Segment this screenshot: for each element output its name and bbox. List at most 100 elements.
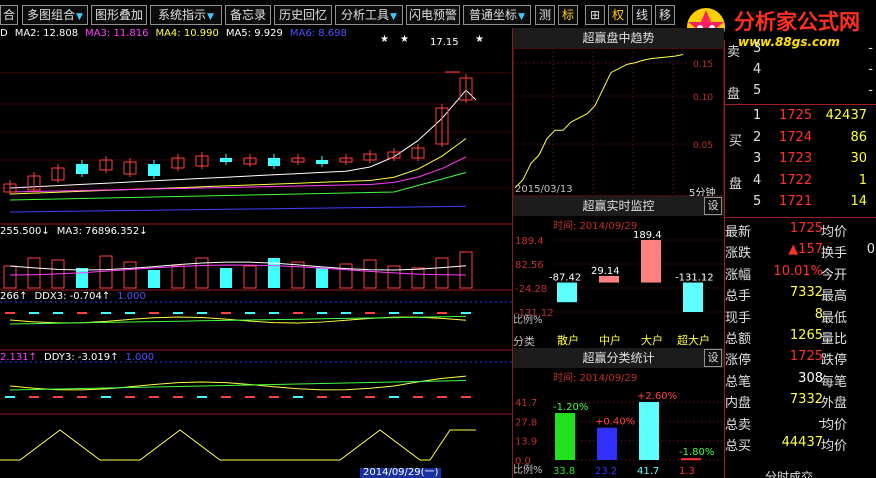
classify-y-tick: 27.8	[515, 417, 537, 428]
classify-y-tick: 41.7	[515, 398, 537, 409]
buy-price: 1725	[779, 108, 813, 123]
toolbar-button-7[interactable]: 闪电预警	[406, 5, 460, 25]
quote-panel: 卖 3-4- 盘 5-1 1725 42437 2 1724 86 买 3 1723 30 4 1722 1 盘…	[724, 40, 876, 478]
legend-item: 1.000	[117, 291, 146, 302]
toolbar-button-4[interactable]: 备忘录	[225, 5, 271, 25]
toolbar-button-12[interactable]: 权	[608, 5, 628, 25]
toolbar-button-2[interactable]: 图形叠加	[91, 5, 147, 25]
legend-item: MA3: 76896.352↓	[56, 226, 148, 237]
volume-bar	[291, 261, 305, 289]
legend-item: 1.000	[125, 352, 155, 363]
dropdown-arrow-icon: ▼	[390, 12, 397, 22]
toolbar-button-1[interactable]: 多图组合▼	[22, 5, 88, 25]
trend-y-tick: 0.10	[693, 93, 713, 103]
dropdown-arrow-icon: ▼	[76, 12, 83, 22]
monitor-y-tick: 189.4	[515, 236, 544, 247]
ddx-bar	[101, 312, 111, 314]
stat-row-8: 内盘 7332 外盘	[725, 391, 876, 412]
toolbar-button-8[interactable]: 普通坐标▼	[463, 5, 531, 25]
buy-level: 4	[753, 172, 762, 188]
sell-level: 3	[753, 41, 762, 56]
classify-change-label: +0.40%	[595, 417, 635, 428]
ddy-bar	[149, 396, 159, 398]
volume-legend: 255.500↓ MA3: 76896.352↓	[0, 226, 512, 240]
monitor-ratio-label: 比例%	[513, 315, 543, 326]
stat-label-right: 外盘	[821, 396, 848, 412]
toolbar-button-9[interactable]: 测	[535, 5, 555, 25]
trend-settings-button[interactable]: 设	[704, 197, 722, 215]
toolbar-button-label: 合	[2, 8, 15, 22]
stat-value: 1725	[789, 349, 823, 365]
toolbar-button-5[interactable]: 历史回忆	[274, 5, 332, 25]
ddy-bar	[77, 396, 87, 398]
toolbar-button-label: 系统指示	[158, 8, 207, 22]
ddx-line2	[9, 315, 467, 325]
stat-label-right: 均价	[821, 439, 848, 454]
logo-title: 分析家公式网	[734, 9, 860, 34]
price-tag: 17.15	[430, 37, 459, 48]
ddy-bar	[317, 396, 327, 398]
classify-value-label: 33.8	[553, 466, 575, 477]
monitor-y-tick: -24.28	[515, 284, 547, 295]
ddx-bar	[293, 312, 303, 314]
kline-chart-area[interactable]: ★ ★ ★ D MA2: 12.808 MA3: 11.816 MA4: 10.990 MA…	[0, 28, 512, 478]
stat-row-7: 总笔 308 每笔	[725, 370, 876, 391]
toolbar-button-13[interactable]: 线	[632, 5, 652, 25]
monitor-panel-title: 超赢实时监控	[513, 196, 724, 216]
trades-tab[interactable]: 分时成交	[765, 471, 865, 478]
toolbar-button-label: 普通坐标	[469, 8, 518, 22]
classify-ratio-label: 比例%	[513, 465, 543, 476]
ddx-bar	[461, 312, 471, 314]
stat-label: 总笔	[725, 374, 752, 390]
ddy-bar	[197, 396, 207, 398]
toolbar-button-label: 备忘录	[229, 8, 266, 22]
volume-bar	[387, 265, 401, 289]
ddx-bar	[341, 312, 351, 314]
toolbar-button-10[interactable]: 标	[558, 5, 578, 25]
stat-label: 最新	[725, 225, 752, 240]
stat-label-right: 最高	[821, 289, 848, 305]
stat-label-right: 均价	[821, 417, 848, 433]
ddy-bar	[53, 396, 63, 398]
legend-item: 2.131↑	[0, 352, 38, 363]
stat-label: 总额	[725, 332, 752, 347]
signal-line	[0, 429, 476, 461]
stat-row-2: 涨幅 10.01% 今开	[725, 263, 876, 284]
stat-label-right: 最低	[821, 310, 848, 326]
volume-bar	[123, 261, 137, 289]
buy-volume: 42437	[825, 108, 867, 123]
classify-bar	[639, 402, 659, 460]
classify-settings-button[interactable]: 设	[704, 349, 722, 367]
stat-label-right: 均价	[821, 225, 848, 240]
toolbar-button-label: 闪电预警	[408, 8, 457, 22]
stat-label-right: 跌停	[821, 353, 848, 369]
stats-divider	[725, 217, 876, 218]
buy-volume: 30	[850, 151, 867, 166]
stat-label: 总买	[725, 439, 752, 454]
ddy-legend: 2.131↑ DDY3: -3.019↑ 1.000	[0, 352, 512, 366]
ma4-line	[9, 156, 467, 193]
stat-label: 总卖	[725, 417, 752, 433]
toolbar-button-3[interactable]: 系统指示▼	[150, 5, 222, 25]
ddx-bar	[317, 312, 327, 314]
toolbar-button-11[interactable]: ⊞	[585, 5, 605, 25]
classify-change-label: -1.20%	[553, 402, 588, 413]
toolbar-button-0[interactable]: 合	[0, 5, 18, 25]
candle-body	[220, 158, 232, 162]
toolbar-button-14[interactable]: 移	[655, 5, 675, 25]
trend-frame	[513, 48, 724, 196]
volume-bar	[27, 257, 41, 289]
buy-row-4: 5 1721 14	[725, 193, 876, 214]
toolbar-button-label: ⊞	[589, 8, 601, 22]
book-divider	[725, 104, 876, 105]
monitor-bar-label: 189.4	[633, 230, 662, 241]
stat-value: 44437	[781, 435, 823, 450]
buy-row-2: 3 1723 30	[725, 150, 876, 171]
volume-bar	[220, 268, 232, 288]
legend-item: MA2: 12.808	[14, 28, 79, 39]
date-cursor-label: 2014/09/29(一)	[360, 468, 442, 478]
classify-bar	[597, 427, 617, 460]
dropdown-arrow-icon: ▼	[518, 12, 525, 22]
ddx-bar	[389, 312, 399, 314]
toolbar-button-6[interactable]: 分析工具▼	[335, 5, 403, 25]
